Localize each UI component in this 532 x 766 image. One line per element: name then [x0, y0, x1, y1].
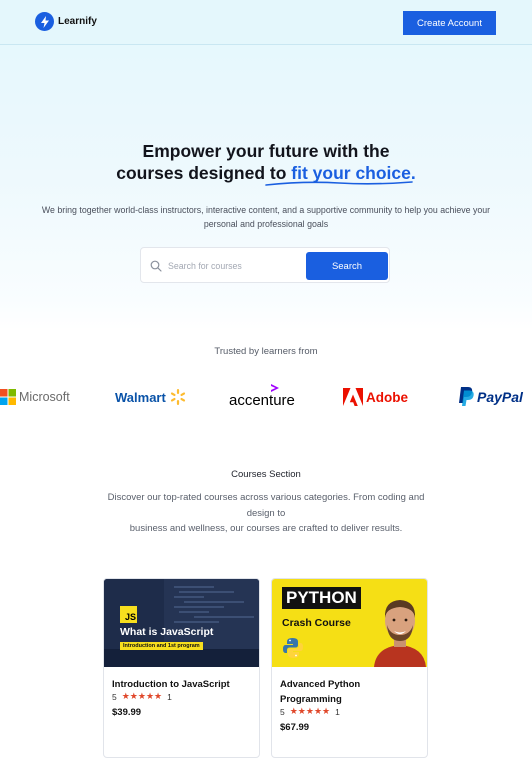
- hero-title-line1: Empower your future with the: [142, 141, 390, 161]
- star-icon: ★★★★★: [289, 707, 331, 717]
- search-bar: Search: [140, 247, 390, 283]
- rating-value: 5: [280, 707, 285, 717]
- course-title[interactable]: Advanced Python Programming: [280, 677, 422, 707]
- hero-title: Empower your future with the courses des…: [0, 140, 532, 184]
- accenture-logo: accenture: [229, 383, 295, 411]
- brand-logo[interactable]: Learnify: [35, 12, 97, 31]
- python-logo-icon: [283, 638, 303, 658]
- review-count: 1: [167, 692, 172, 702]
- accenture-wordmark: accenture: [229, 391, 295, 409]
- brand-name: Learnify: [58, 16, 97, 27]
- courses-description-line1: Discover our top-rated courses across va…: [107, 492, 425, 519]
- courses-description-line2: business and wellness, our courses are c…: [129, 523, 403, 534]
- courses-section-title: Courses Section: [231, 469, 301, 480]
- course-rating: 5 ★★★★★ 1: [280, 707, 340, 717]
- walmart-wordmark: Walmart: [115, 389, 166, 405]
- hero-subtitle: We bring together world-class instructor…: [41, 205, 491, 229]
- paypal-logo: PayPal: [458, 383, 523, 411]
- course-card-python[interactable]: PYTHON Crash Course Advanced Python Prog…: [271, 578, 428, 758]
- thumbnail-subtitle: Crash Course: [282, 617, 351, 629]
- highlight-underline: [265, 181, 413, 186]
- review-count: 1: [335, 707, 340, 717]
- trusted-title: Trusted by learners from: [214, 346, 318, 357]
- microsoft-logo: Microsoft: [0, 383, 70, 411]
- microsoft-wordmark: Microsoft: [19, 390, 70, 404]
- course-rating: 5 ★★★★★ 1: [112, 692, 172, 702]
- paypal-p-icon: [459, 387, 474, 406]
- adobe-wordmark: Adobe: [366, 389, 408, 405]
- walmart-logo: Walmart: [115, 383, 187, 411]
- thumbnail-title: PYTHON: [282, 587, 361, 609]
- course-title[interactable]: Introduction to JavaScript: [112, 677, 254, 692]
- course-card-javascript[interactable]: JS What is JavaScript Introduction and 1…: [103, 578, 260, 758]
- course-price: $39.99: [112, 707, 142, 718]
- code-background-graphic: [104, 579, 259, 667]
- course-thumbnail-python: PYTHON Crash Course: [272, 579, 427, 667]
- rating-value: 5: [112, 692, 117, 702]
- walmart-spark-icon: [170, 389, 185, 405]
- thumbnail-subtitle: Introduction and 1st program: [120, 642, 203, 650]
- search-input[interactable]: [168, 254, 300, 278]
- adobe-a-icon: [343, 388, 363, 406]
- paypal-wordmark: PayPal: [477, 389, 523, 405]
- adobe-logo: Adobe: [343, 383, 408, 411]
- accenture-chevron-icon: [271, 384, 279, 392]
- top-navbar: Learnify Create Account: [0, 0, 532, 45]
- thumbnail-title: What is JavaScript: [120, 626, 214, 638]
- js-badge-icon: JS: [120, 606, 137, 623]
- courses-section-description: Discover our top-rated courses across va…: [100, 490, 432, 537]
- star-icon: ★★★★★: [121, 692, 163, 702]
- course-thumbnail-javascript: JS What is JavaScript Introduction and 1…: [104, 579, 259, 667]
- microsoft-squares-icon: [0, 389, 16, 405]
- course-price: $67.99: [280, 722, 310, 733]
- brand-logos-row: Microsoft Walmart accenture Adobe PayPal: [0, 383, 532, 411]
- search-icon: [150, 260, 162, 272]
- create-account-button[interactable]: Create Account: [403, 11, 496, 35]
- lightning-icon: [35, 12, 54, 31]
- search-button[interactable]: Search: [306, 252, 388, 280]
- instructor-photo: [374, 600, 426, 667]
